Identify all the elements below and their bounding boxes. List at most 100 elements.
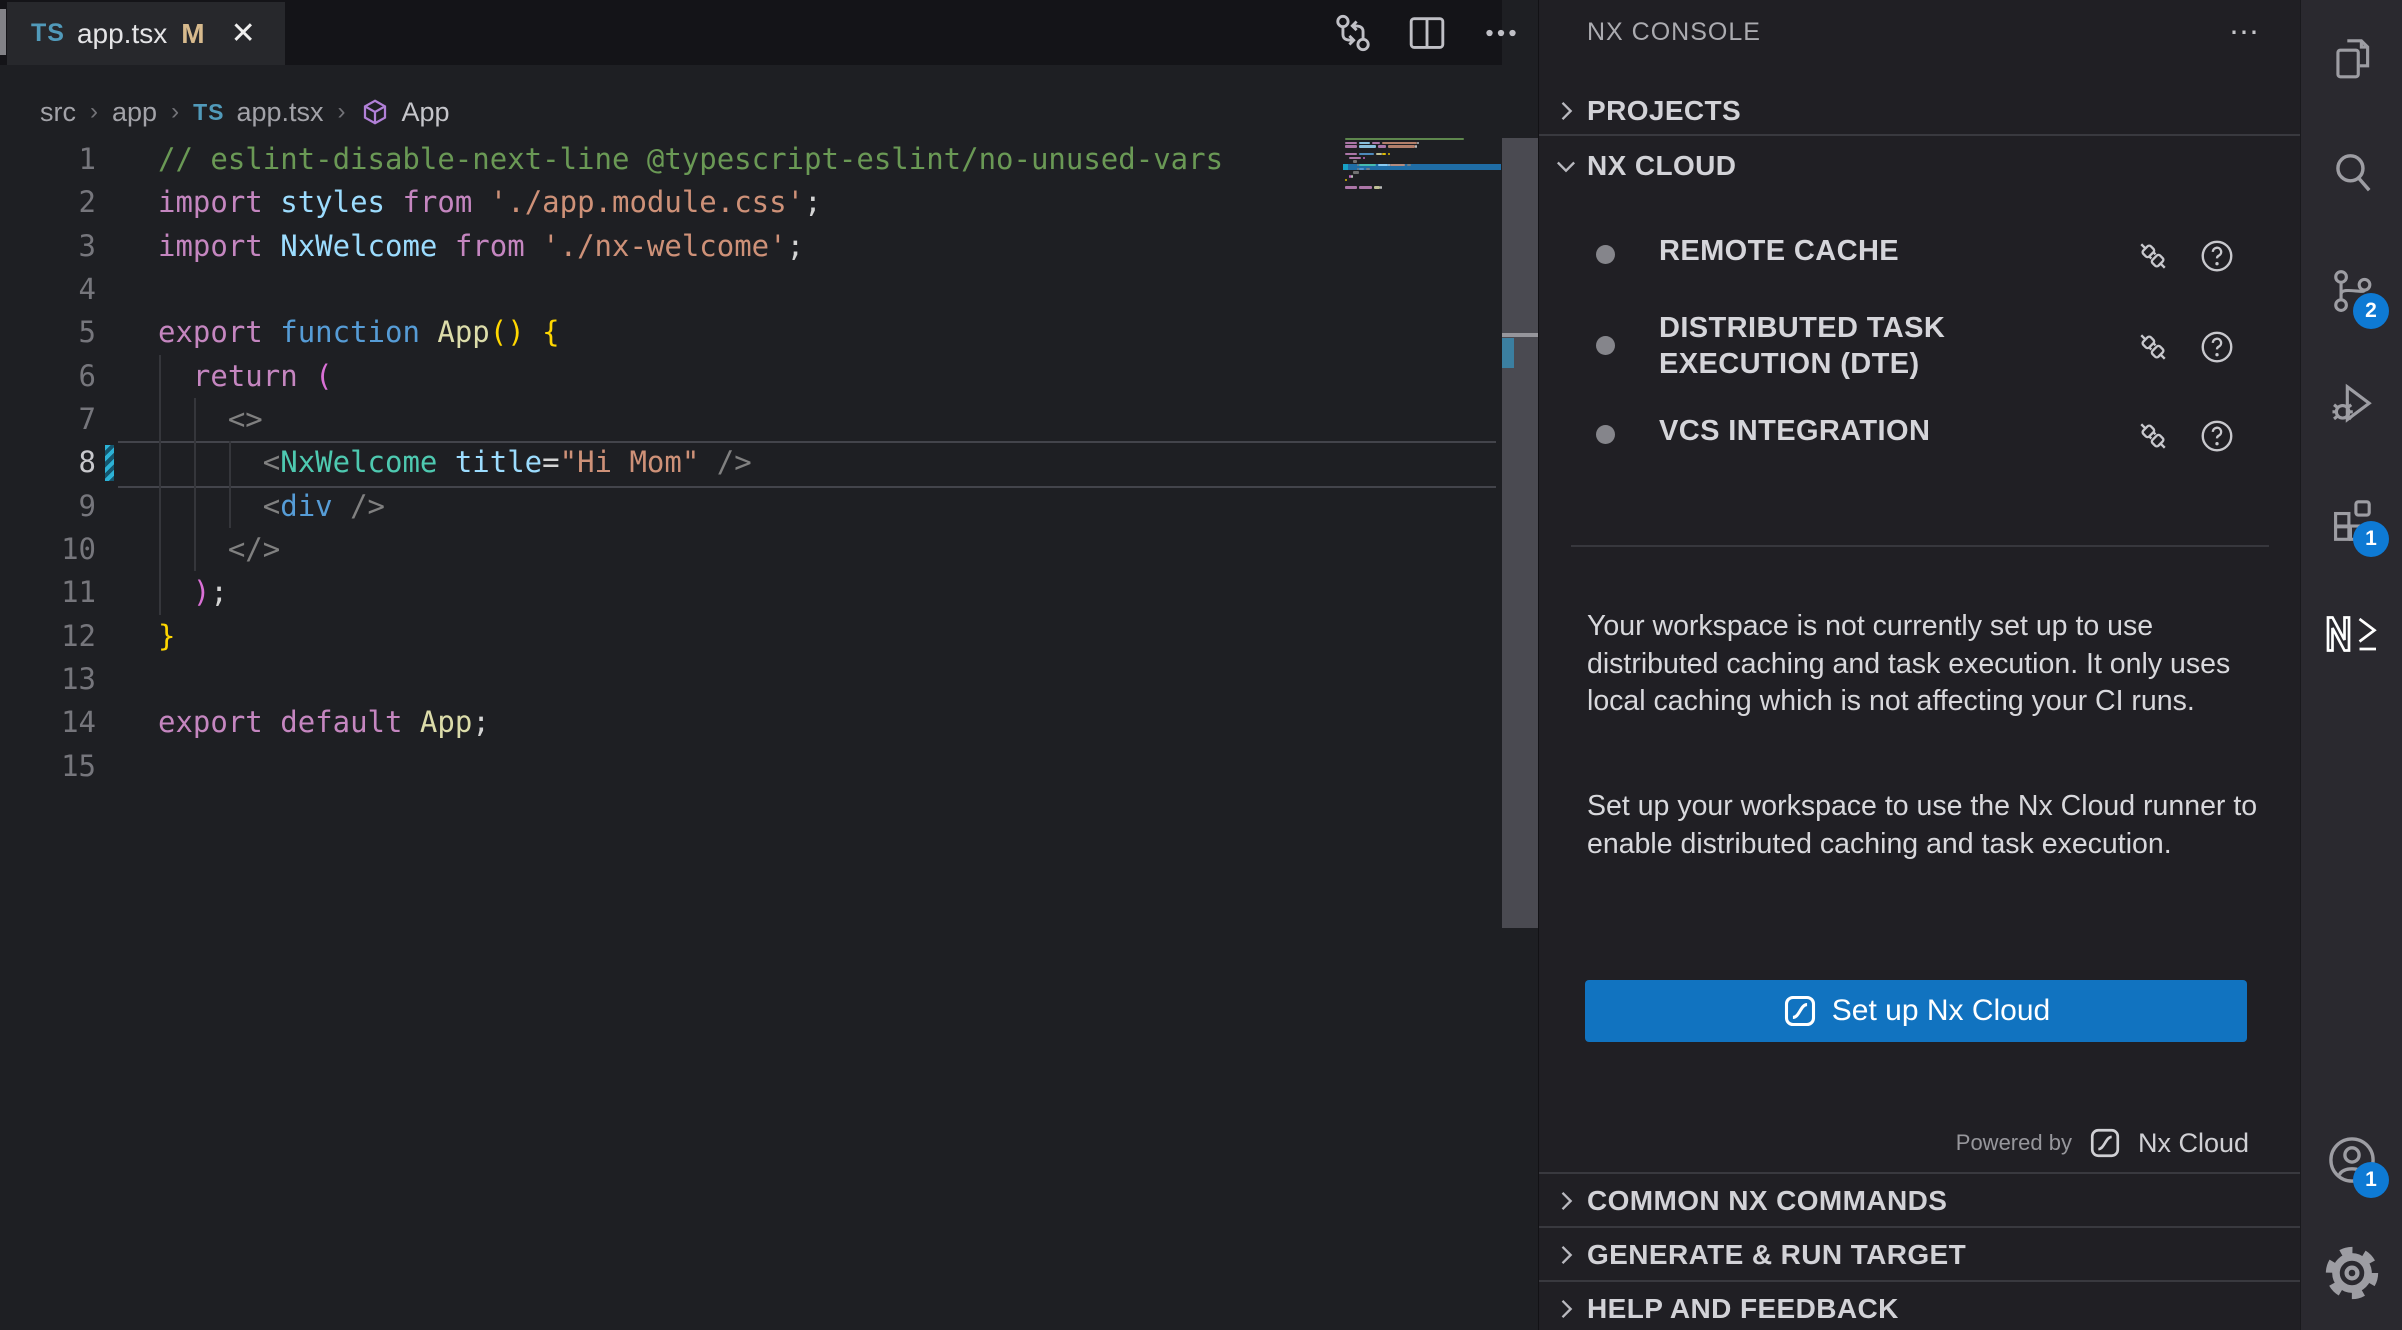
code-text: ); — [96, 571, 228, 614]
section-label: NX CLOUD — [1587, 150, 1736, 182]
code-line[interactable]: 4 — [0, 268, 1502, 311]
code-line[interactable]: 1// eslint-disable-next-line @typescript… — [0, 138, 1502, 181]
line-number: 14 — [0, 701, 96, 744]
code-line[interactable]: 14export default App; — [0, 701, 1502, 744]
split-editor-icon[interactable] — [1404, 10, 1450, 56]
status-dot — [1596, 425, 1615, 444]
minimap-line — [1359, 186, 1373, 188]
section-label: GENERATE & RUN TARGET — [1587, 1239, 1966, 1271]
code-text: import NxWelcome from './nx-welcome'; — [96, 225, 804, 268]
connect-plug-icon[interactable] — [2134, 328, 2172, 371]
minimap[interactable] — [1343, 136, 1501, 206]
activity-item-explorer[interactable] — [2301, 20, 2402, 96]
divider — [1539, 134, 2301, 136]
code-line[interactable]: 10 </> — [0, 528, 1502, 571]
code-text: <> — [96, 398, 263, 441]
divider — [1539, 1280, 2301, 1282]
breadcrumb-src[interactable]: src — [40, 97, 76, 128]
activity-item-debug[interactable] — [2301, 366, 2402, 442]
code-line[interactable]: 12} — [0, 615, 1502, 658]
divider — [1539, 1172, 2301, 1174]
section-label: PROJECTS — [1587, 95, 1741, 127]
code-line[interactable]: 8 <NxWelcome title="Hi Mom" /> — [0, 441, 1502, 484]
tab-app-tsx[interactable]: TS app.tsx M ✕ — [7, 2, 285, 65]
code-line[interactable]: 3import NxWelcome from './nx-welcome'; — [0, 225, 1502, 268]
chevron-down-icon — [1551, 152, 1581, 180]
activity-item-settings[interactable] — [2301, 1235, 2402, 1311]
panel-header: NX CONSOLE ⋯ — [1539, 0, 2301, 64]
section-common-nx-commands[interactable]: COMMON NX COMMANDS — [1539, 1176, 2301, 1226]
section-help-and-feedback[interactable]: HELP AND FEEDBACK — [1539, 1284, 2301, 1330]
code-line[interactable]: 5export function App() { — [0, 311, 1502, 354]
nx-cloud-feature-row: VCS INTEGRATION — [1539, 413, 2301, 457]
nx-cloud-brand-label: Nx Cloud — [2138, 1128, 2249, 1159]
help-icon[interactable] — [2198, 417, 2236, 460]
code-line[interactable]: 6 return ( — [0, 355, 1502, 398]
chevron-right-icon: › — [88, 98, 100, 126]
activity-item-account[interactable]: 1 — [2301, 1122, 2402, 1198]
feature-label: REMOTE CACHE — [1659, 233, 1999, 269]
help-icon[interactable] — [2198, 328, 2236, 371]
minimap-line — [1388, 145, 1415, 147]
connect-plug-icon[interactable] — [2134, 237, 2172, 280]
close-icon[interactable]: ✕ — [231, 16, 256, 51]
code-text — [96, 268, 158, 311]
minimap-modified-marker — [1343, 164, 1348, 170]
explorer-icon — [2327, 33, 2377, 83]
activity-item-search[interactable] — [2301, 135, 2402, 211]
code-area[interactable]: 1// eslint-disable-next-line @typescript… — [0, 138, 1502, 788]
setup-button-label: Set up Nx Cloud — [1832, 994, 2050, 1028]
code-line[interactable]: 13 — [0, 658, 1502, 701]
code-line[interactable]: 9 <div /> — [0, 485, 1502, 528]
status-dot — [1596, 245, 1615, 264]
line-number: 13 — [0, 658, 96, 701]
minimap-line — [1345, 145, 1357, 147]
code-line[interactable]: 11 ); — [0, 571, 1502, 614]
breadcrumb-app[interactable]: app — [112, 97, 157, 128]
code-text: // eslint-disable-next-line @typescript-… — [96, 138, 1223, 181]
search-icon — [2327, 148, 2377, 198]
connect-plug-icon[interactable] — [2134, 417, 2172, 460]
breadcrumb-file[interactable]: app.tsx — [236, 97, 323, 128]
setup-nx-cloud-button[interactable]: Set up Nx Cloud — [1585, 980, 2247, 1042]
workspace-status-text: Your workspace is not currently set up t… — [1587, 608, 2261, 721]
chevron-right-icon — [1551, 1187, 1581, 1215]
panel-resize-sash[interactable] — [1502, 138, 1538, 928]
help-icon[interactable] — [2198, 237, 2236, 280]
code-line[interactable]: 7 <> — [0, 398, 1502, 441]
typescript-icon: TS — [31, 19, 65, 48]
code-text: } — [96, 615, 175, 658]
line-number: 9 — [0, 485, 96, 528]
minimap-line — [1349, 157, 1361, 159]
compare-changes-icon[interactable] — [1330, 10, 1376, 56]
section-projects[interactable]: PROJECTS — [1539, 88, 2301, 134]
debug-icon — [2327, 379, 2377, 429]
activity-item-extensions[interactable]: 1 — [2301, 481, 2402, 557]
minimap-line — [1359, 168, 1365, 170]
line-number: 4 — [0, 268, 96, 311]
tab-bar: TS app.tsx M ✕ — [0, 0, 1502, 65]
more-actions-icon[interactable] — [1478, 10, 1524, 56]
chevron-right-icon — [1551, 97, 1581, 125]
minimap-line — [1351, 175, 1353, 177]
breadcrumb-symbol[interactable]: App — [402, 97, 450, 128]
activity-item-nx-console[interactable] — [2301, 596, 2402, 672]
divider — [1571, 545, 2269, 547]
nx-cloud-icon — [2088, 1126, 2122, 1160]
badge-count: 1 — [2353, 521, 2389, 557]
chevron-right-icon — [1551, 1241, 1581, 1269]
more-actions-icon[interactable]: ⋯ — [2229, 0, 2261, 64]
breadcrumb: src › app › TS app.tsx › App — [40, 90, 450, 134]
code-line[interactable]: 2import styles from './app.module.css'; — [0, 181, 1502, 224]
code-line[interactable]: 15 — [0, 745, 1502, 788]
activity-item-source-control[interactable]: 2 — [2301, 253, 2402, 329]
badge-count: 1 — [2353, 1162, 2389, 1198]
section-label: COMMON NX COMMANDS — [1587, 1185, 1947, 1217]
nx-console-panel: NX CONSOLE ⋯ PROJECTS NX CLOUD REMOTE CA… — [1538, 0, 2301, 1330]
nx-cloud-feature-row: DISTRIBUTED TASK EXECUTION (DTE) — [1539, 310, 2301, 390]
minimap-line — [1353, 171, 1359, 173]
minimap-line — [1363, 157, 1365, 159]
section-generate-run-target[interactable]: GENERATE & RUN TARGET — [1539, 1230, 2301, 1280]
modified-indicator: M — [181, 18, 204, 50]
section-nx-cloud[interactable]: NX CLOUD — [1539, 138, 2301, 194]
